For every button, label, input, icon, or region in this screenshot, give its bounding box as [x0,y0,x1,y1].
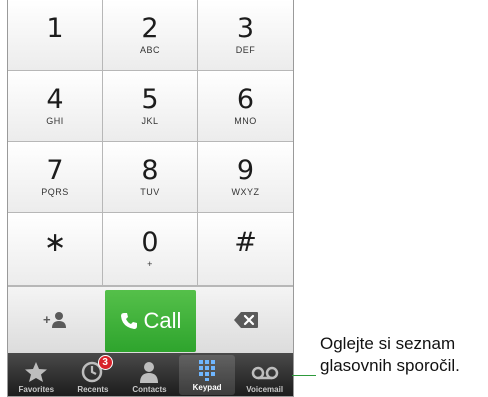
key-letters: MNO [234,115,257,126]
key-digit: 5 [141,83,159,115]
key-letters: + [147,258,153,269]
key-5[interactable]: 5 JKL [103,71,198,142]
keypad: 1 2 ABC 3 DEF 4 GHI 5 JKL 6 MNO 7 PQRS 8 TUV 9W… [8,0,293,286]
key-digit: # [234,226,257,258]
tab-contacts[interactable]: Contacts [121,353,178,396]
key-digit: 4 [46,83,64,115]
key-digit: 1 [46,12,64,44]
call-label: Call [143,308,182,333]
key-letters: DEF [235,44,256,55]
delete-button[interactable] [198,287,293,353]
key-digit: 3 [236,12,255,44]
key-digit: 8 [141,154,159,186]
phone-screen: 1 2 ABC 3 DEF 4 GHI 5 JKL 6 MNO 7 PQRS 8 TUV 9W… [7,0,294,397]
key-letters: JKL [141,115,159,126]
tab-recents[interactable]: 3 Recents [65,353,122,396]
svg-text:+: + [43,312,51,327]
add-contact-icon: + [43,312,66,328]
call-button[interactable]: Call [105,290,196,352]
keypad-grid-icon [199,360,216,381]
key-letters: WXYZ [231,186,260,197]
recents-badge: 3 [97,355,113,370]
key-8[interactable]: 8 TUV [103,142,198,213]
phone-handset-icon [120,313,137,329]
tab-label: Favorites [18,385,55,394]
key-digit: 6 [236,83,255,115]
key-2[interactable]: 2 ABC [103,0,198,71]
key-digit: 0 [141,226,159,258]
key-letters: GHI [46,115,64,126]
key-7[interactable]: 7 PQRS [8,142,103,213]
tab-label: Recents [77,385,109,394]
add-contact-button[interactable]: + [8,287,103,353]
tab-label: Contacts [132,385,167,394]
person-icon [140,362,159,383]
key-9[interactable]: 9 WXYZ [198,142,293,213]
key-0[interactable]: 0 + [103,213,198,286]
key-digit: 9 [236,154,255,186]
tab-bar: Favorites 3 Recents Contacts Keypad Voic… [8,353,293,396]
key-6[interactable]: 6 MNO [198,71,293,142]
key-hash[interactable]: # [198,213,293,286]
callout-text: Oglejte si seznam glasovnih sporočil. [320,334,460,375]
keypad-actions: + Call [8,286,293,353]
tab-label: Keypad [192,383,222,392]
key-digit: 2 [141,12,159,44]
key-3[interactable]: 3 DEF [198,0,293,71]
key-digit: 7 [46,154,64,186]
key-letters: PQRS [41,186,69,197]
key-letters: TUV [140,186,160,197]
tab-label: Voicemail [246,385,284,394]
key-star[interactable]: ∗ [8,213,103,286]
callout-line [292,375,316,376]
key-letters: ABC [139,44,160,55]
key-4[interactable]: 4 GHI [8,71,103,142]
voicemail-icon [251,366,278,380]
tab-voicemail[interactable]: Voicemail [236,353,293,396]
key-1[interactable]: 1 [8,0,103,71]
key-digit: ∗ [43,226,67,258]
tab-keypad[interactable]: Keypad [178,355,236,395]
tab-favorites[interactable]: Favorites [8,353,65,396]
star-icon [25,362,48,382]
backspace-icon [233,312,258,328]
